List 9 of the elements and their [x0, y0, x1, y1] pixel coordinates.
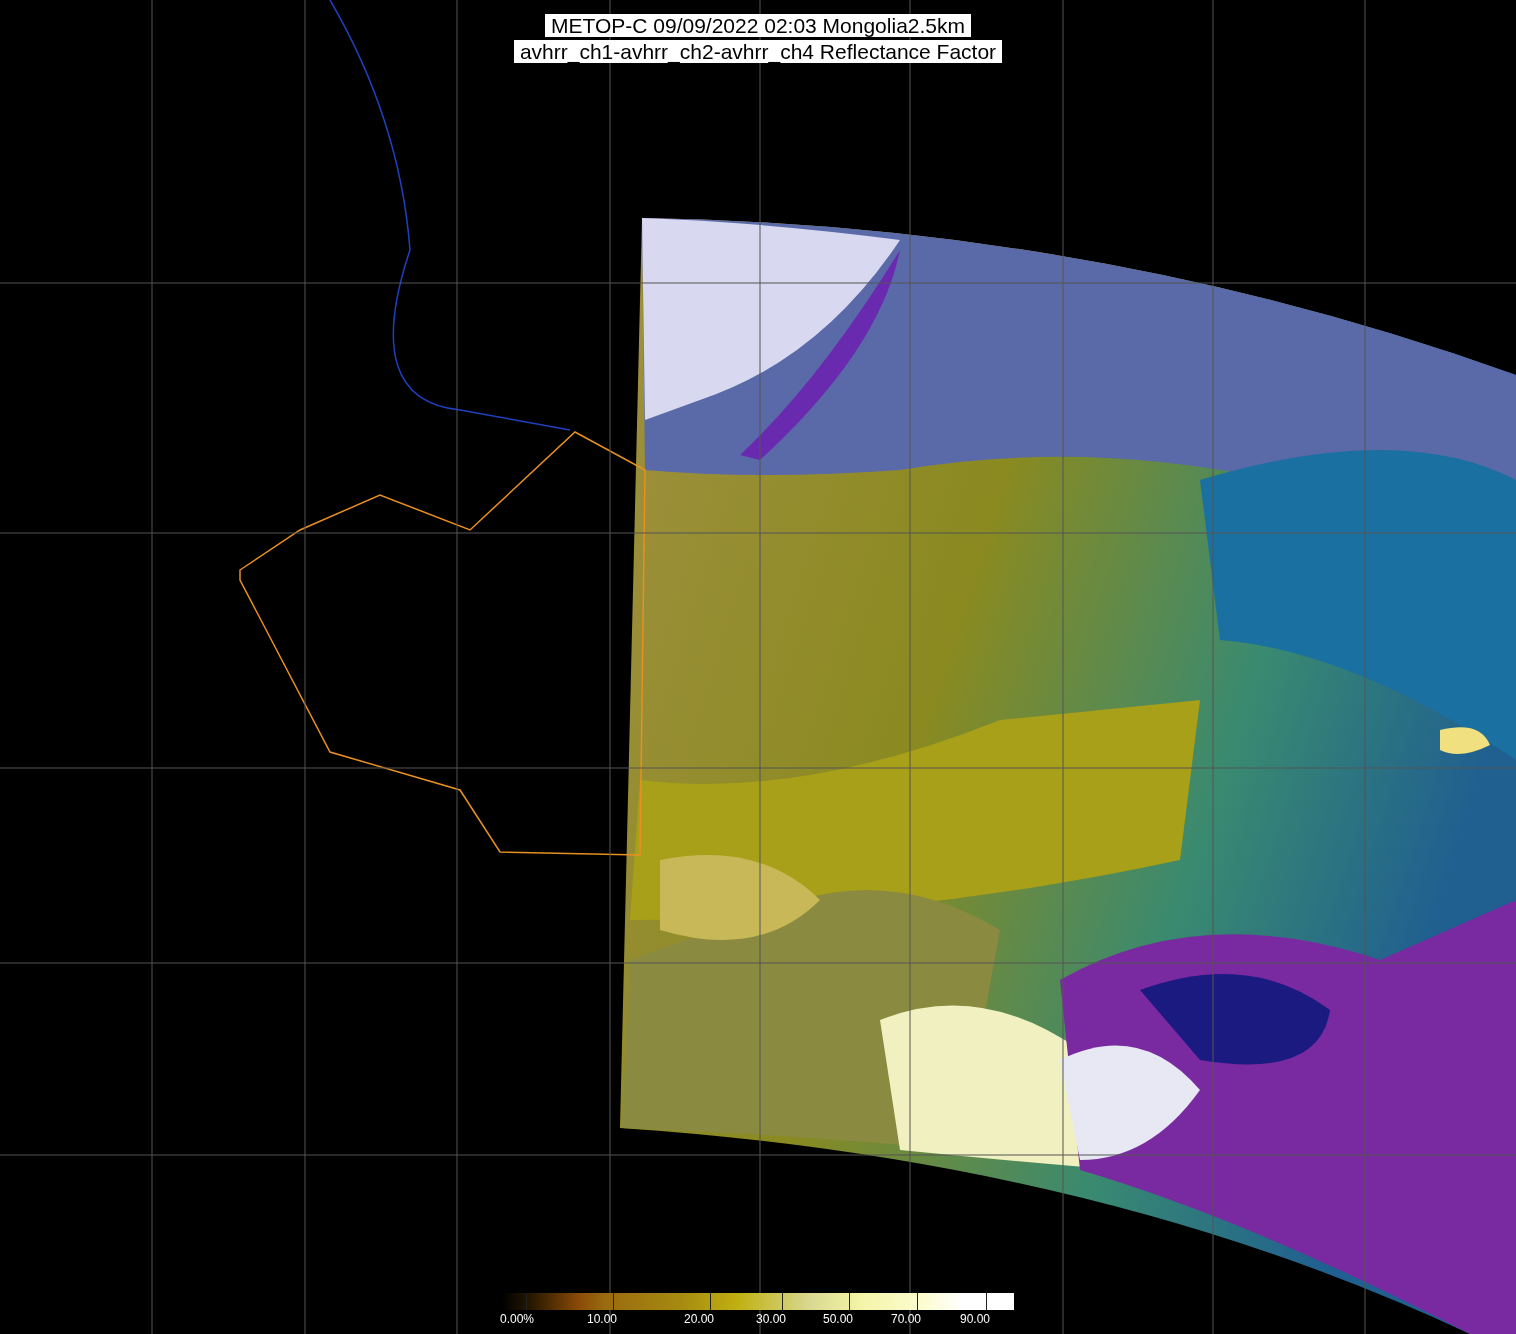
scale-label: 90.00: [960, 1312, 991, 1326]
map-title: avhrr_ch1-avhrr_ch2-avhrr_ch4 Reflectance Factor: [513, 40, 1003, 63]
scale-label: 70.00: [891, 1312, 922, 1326]
scale-label: 30.00: [756, 1312, 787, 1326]
map-title: METOP-C 09/09/2022 02:03 Mongolia2.5km: [545, 14, 971, 37]
scale-label: 10.00: [587, 1312, 618, 1326]
scale-label: 0.00%: [500, 1312, 535, 1326]
scale-label: 50.00: [823, 1312, 854, 1326]
scale-label: 20.00: [684, 1312, 715, 1326]
